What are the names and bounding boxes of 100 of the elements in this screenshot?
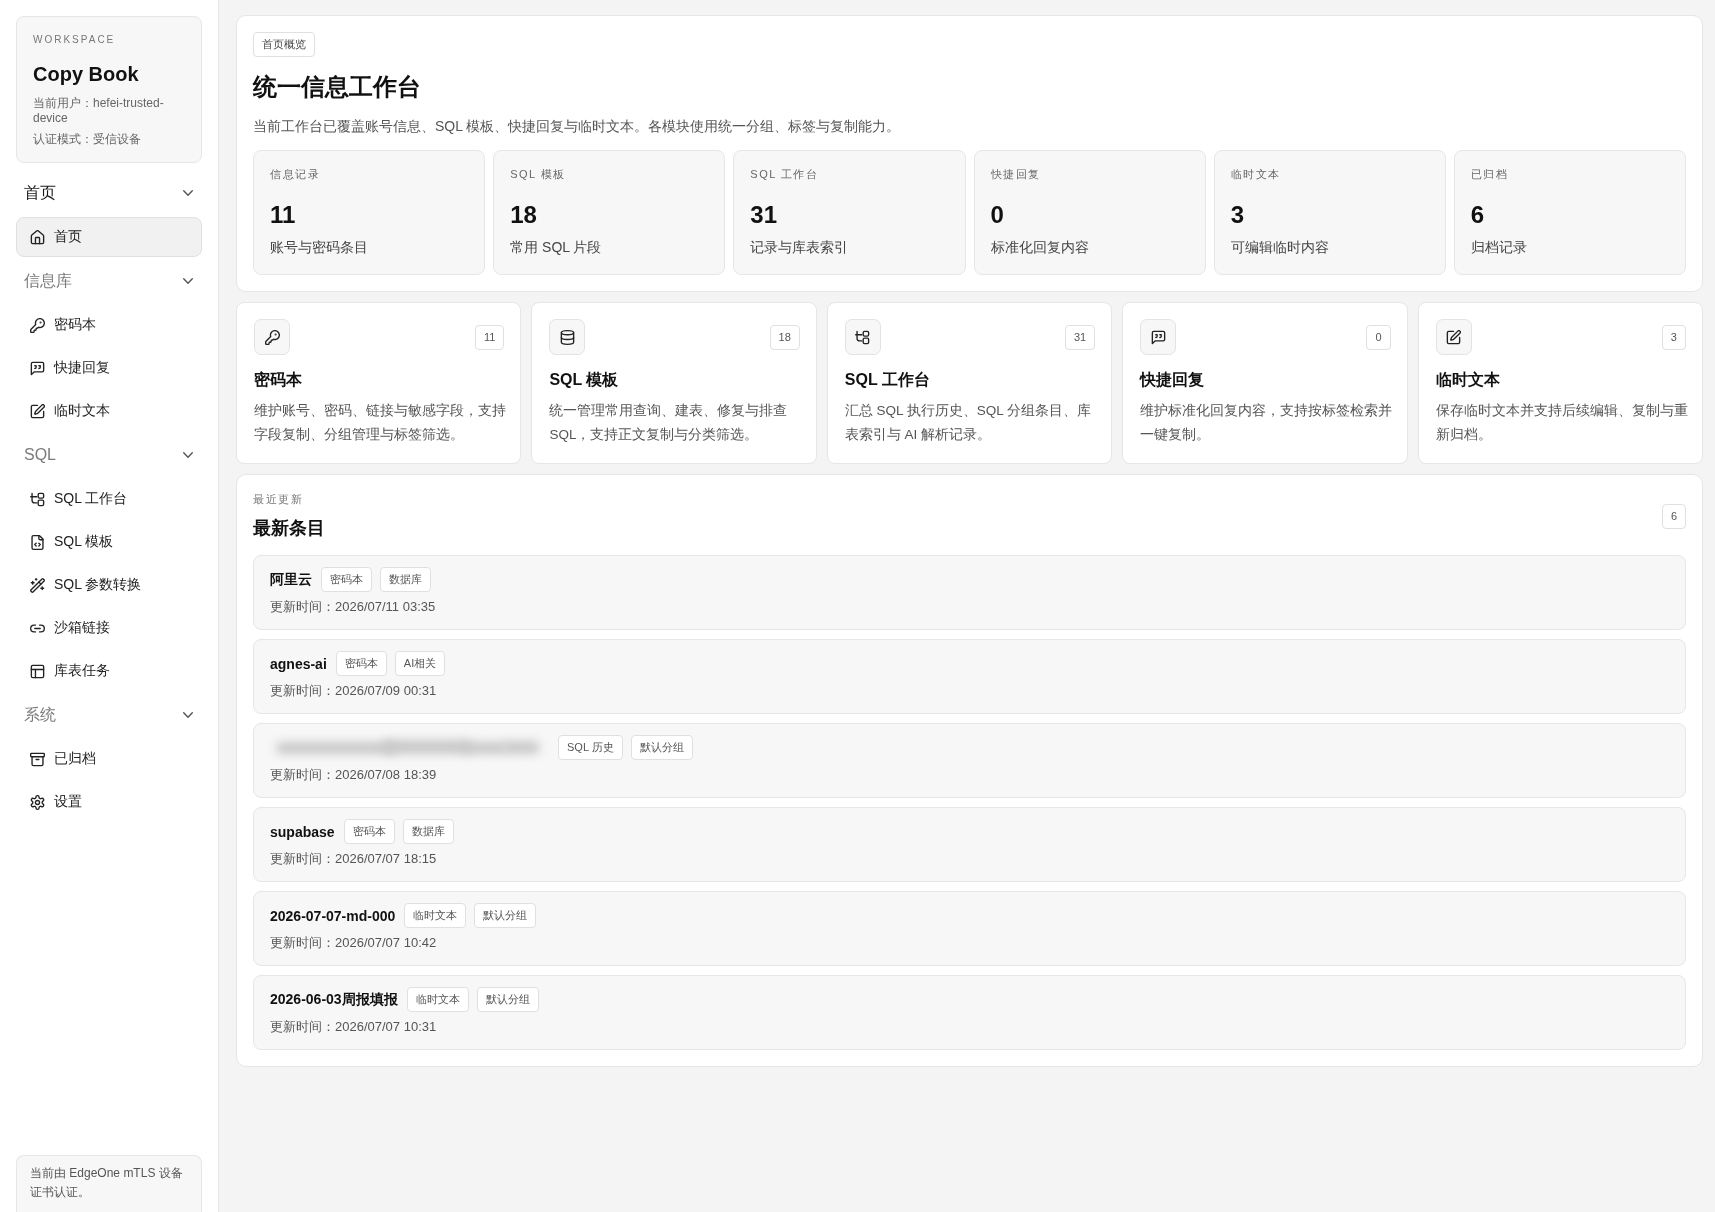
quote-bubble-icon [30,360,45,376]
entry-row[interactable]: agnes-ai 密码本 AI相关 更新时间：2026/07/09 00:31 [253,639,1686,714]
stat-caption: 常用 SQL 片段 [510,238,603,257]
count-badge: 11 [474,324,505,350]
module-card[interactable]: 11 密码本 维护账号、密码、链接与敏感字段，支持字段复制、分组管理与标签筛选。 [236,302,522,464]
table-icon [30,663,45,679]
module-card[interactable]: 18 SQL 模板 统一管理常用查询、建表、修复与排查 SQL，支持正文复制与分类筛选。 [531,302,817,464]
nav-section-header[interactable]: 首页 [16,172,202,214]
stat-value: 3 [1230,200,1245,230]
updated-time: 更新时间：2026/07/07 18:15 [270,850,438,868]
nav-item[interactable]: 快捷回复 [16,348,202,388]
settings-icon [30,794,45,810]
nav-item[interactable]: SQL 模板 [16,522,202,562]
pencil-square-icon [30,403,45,419]
updated-time: 更新时间：2026/07/11 03:35 [270,598,437,616]
updated-time: 更新时间：2026/07/09 00:31 [270,682,438,700]
current-user-text: 当前用户：hefei-trusted-device [33,96,165,126]
stat-caption: 标准化回复内容 [990,238,1090,257]
nav-item[interactable]: SQL 工作台 [16,479,202,519]
stat-value: 18 [510,200,538,230]
stat-label: 已归档 [1470,167,1510,182]
workspace-name: Copy Book [33,62,140,87]
entry-title: agnes-ai [270,655,327,672]
category-tag: AI相关 [394,651,446,676]
stat-value: 11 [270,200,297,230]
module-card[interactable]: 3 临时文本 保存临时文本并支持后续编辑、复制与重新归档。 [1417,302,1703,464]
category-tag: 数据库 [380,567,431,592]
count-badge: 3 [1661,324,1686,350]
nav-item[interactable]: 设置 [16,782,202,822]
category-tag: 数据库 [402,819,454,844]
page-description: 当前工作台已覆盖账号信息、SQL 模板、快捷回复与临时文本。各模块使用统一分组、标签与复制能力。 [253,117,901,136]
section-badge: 首页概览 [253,32,315,57]
page-title: 统一信息工作台 [253,72,421,102]
nav-item[interactable]: SQL 参数转换 [16,565,202,605]
module-description: 维护标准化回复内容，支持按标签检索并一键复制。 [1140,402,1394,444]
home-icon [30,229,45,245]
magic-wand-icon [30,577,45,593]
stat-label: 临时文本 [1230,167,1282,182]
tree-structure-icon [844,319,881,355]
module-title: 快捷回复 [1140,370,1206,390]
section-title: 最新条目 [253,517,325,540]
entry-row[interactable]: 阿里云 密码本 数据库 更新时间：2026/07/11 03:35 [253,555,1686,630]
category-tag: 临时文本 [406,987,469,1012]
quote-bubble-icon [1140,319,1177,355]
count-badge: 18 [769,324,800,350]
module-description: 汇总 SQL 执行历史、SQL 分组条目、库表索引与 AI 解析记录。 [844,402,1093,444]
updated-time: 更新时间：2026/07/07 10:31 [270,1018,438,1036]
count-badge: 6 [1661,503,1686,529]
code-file-icon [30,534,45,550]
stat-label: SQL 模板 [510,167,567,182]
nav-item[interactable]: 密码本 [16,305,202,345]
category-tag: 默认分组 [474,903,537,928]
auth-mode-text: 认证模式：受信设备 [33,132,142,147]
count-badge: 0 [1366,324,1391,350]
workspace-label: WORKSPACE [33,33,117,47]
archive-box-icon [30,751,45,767]
count-badge: 31 [1064,324,1096,350]
category-tag: 密码本 [343,819,395,844]
entry-row[interactable]: 2026-07-07-md-000 临时文本 默认分组 更新时间：2026/07/07 10:42 [253,891,1686,966]
stat-label: SQL 工作台 [750,167,820,182]
nav-section-header[interactable]: SQL [16,434,202,476]
database-icon [549,319,586,355]
nav-item[interactable]: 沙箱链接 [16,608,202,648]
nav-item[interactable]: 库表任务 [16,651,202,691]
auth-notice: 当前由 EdgeOne mTLS 设备证书认证。 [16,1155,202,1212]
entry-title: supabase [270,823,335,840]
key-icon [30,317,45,333]
category-tag: 临时文本 [404,903,467,928]
tree-structure-icon [30,491,45,507]
updated-time: 更新时间：2026/07/08 18:39 [270,766,438,784]
category-tag: 密码本 [321,567,372,592]
stat-value: 6 [1470,200,1486,230]
module-card[interactable]: 0 快捷回复 维护标准化回复内容，支持按标签检索并一键复制。 [1122,302,1408,464]
module-title: 临时文本 [1435,370,1501,390]
category-tag: 密码本 [335,651,387,676]
stat-label: 快捷回复 [990,167,1042,182]
updated-time: 更新时间：2026/07/07 10:42 [270,934,438,952]
pencil-square-icon [1435,319,1472,355]
module-title: SQL 模板 [549,370,620,390]
module-card[interactable]: 31 SQL 工作台 汇总 SQL 执行历史、SQL 分组条目、库表索引与 AI 解析记录。 [826,302,1113,464]
nav-item[interactable]: 已归档 [16,739,202,779]
entry-row[interactable]: supabase 密码本 数据库 更新时间：2026/07/07 18:15 [253,807,1686,882]
stat-caption: 账号与密码条目 [270,238,369,257]
category-tag: 默认分组 [476,987,539,1012]
module-description: 维护账号、密码、链接与敏感字段，支持字段复制、分组管理与标签筛选。 [254,402,507,444]
nav-item[interactable]: 临时文本 [16,391,202,431]
stat-label: 信息记录 [270,167,321,182]
module-title: 密码本 [254,370,303,390]
stat-caption: 可编辑临时内容 [1230,238,1330,257]
category-tag: 默认分组 [630,735,693,760]
nav-section-header[interactable]: 信息库 [16,260,202,302]
entry-title: 阿里云 [270,570,312,589]
module-title: SQL 工作台 [844,370,931,390]
entry-row[interactable]: 2026-06-03周报填报 临时文本 默认分组 更新时间：2026/07/07 10:31 [253,975,1686,1050]
stat-caption: 记录与库表索引 [750,238,850,257]
nav-item[interactable]: 首页 [16,217,202,257]
entry-row[interactable]: SQL 历史 默认分组 更新时间：2026/07/08 18:39 [253,723,1686,798]
stat-value: 31 [750,200,779,230]
nav-section-header[interactable]: 系统 [16,694,202,736]
section-eyebrow: 最近更新 [253,492,304,507]
